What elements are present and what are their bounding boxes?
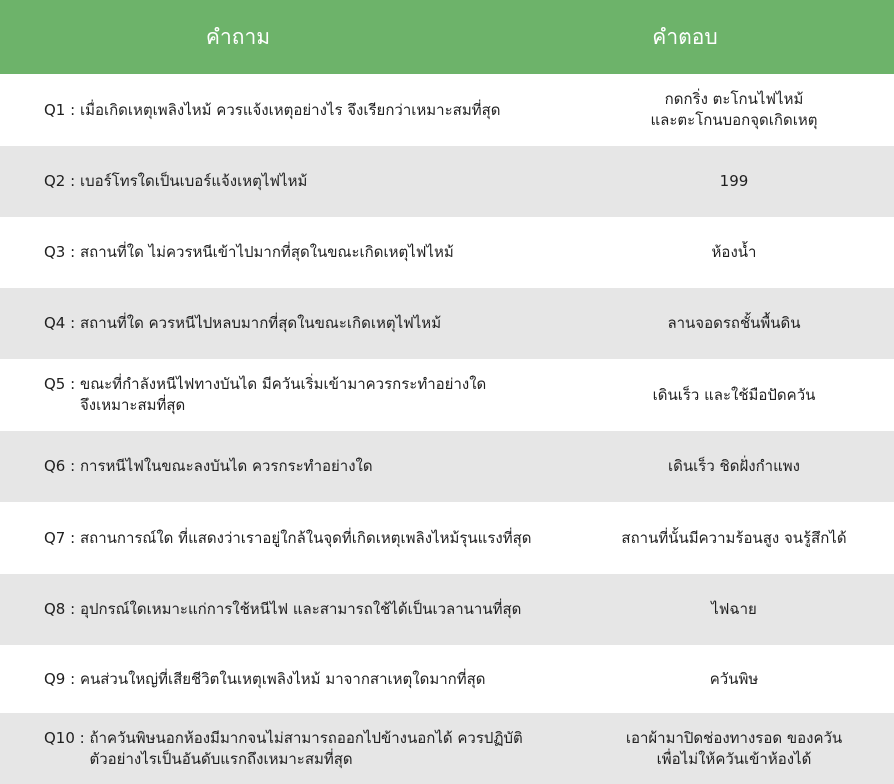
answer-cell: เดินเร็ว และใช้มือปัดควัน	[652, 385, 816, 404]
question-cell: Q8 : อุปกรณ์ใดเหมาะแก่การใช้หนีไฟ และสาม…	[0, 599, 580, 620]
answer-cell: สถานที่นั้นมีความร้อนสูง จนรู้สึกได้	[621, 528, 847, 547]
question-text: คนส่วนใหญ่ที่เสียชีวิตในเหตุเพลิงไหม้ มา…	[79, 669, 486, 688]
question-text: สถานที่ใด ไม่ควรหนีเข้าไปมากที่สุดในขณะเ…	[79, 243, 454, 261]
answer-cell: เดินเร็ว ชิดฝั่งกำแพง	[668, 457, 800, 475]
question-text: เมื่อเกิดเหตุเพลิงไหม้ ควรแจ้งเหตุอย่างไ…	[79, 100, 501, 119]
question-number: Q4	[44, 314, 66, 332]
qa-table: คำถาม คำตอบ Q1 : เมื่อเกิดเหตุเพลิงไหม้ …	[0, 0, 894, 784]
table-row: Q1 : เมื่อเกิดเหตุเพลิงไหม้ ควรแจ้งเหตุอ…	[0, 74, 894, 146]
question-number: Q7	[44, 528, 66, 547]
answer-cell: กดกริ่ง ตะโกนไฟไหม้ และตะโกนบอกจุดเกิดเหต…	[650, 90, 818, 129]
question-number: Q2	[44, 172, 66, 190]
table-row: Q10 : ถ้าควันพิษนอกห้องมีมากจนไม่สามารถอ…	[0, 713, 894, 784]
question-text: สถานการณ์ใด ที่แสดงว่าเราอยู่ใกล้ในจุดที…	[79, 528, 532, 547]
answer-cell: ควันพิษ	[709, 669, 759, 688]
table-row: Q4 : สถานที่ใด ควรหนีไปหลบมากที่สุดในขณะ…	[0, 288, 894, 359]
question-number: Q1	[44, 100, 66, 119]
question-text: การหนีไฟในขณะลงบันได ควรกระทำอย่างใด	[79, 457, 373, 475]
question-number: Q10	[44, 728, 75, 747]
question-number: Q9	[44, 669, 66, 688]
question-cell: Q2 : เบอร์โทรใดเป็นเบอร์แจ้งเหตุไฟไหม้	[0, 171, 580, 192]
answer-cell: ลานจอดรถชั้นพื้นดิน	[667, 314, 801, 332]
question-text: อุปกรณ์ใดเหมาะแก่การใช้หนีไฟ และสามารถใช…	[79, 600, 522, 618]
table-row: Q2 : เบอร์โทรใดเป็นเบอร์แจ้งเหตุไฟไหม้ 19…	[0, 146, 894, 217]
question-text: เบอร์โทรใดเป็นเบอร์แจ้งเหตุไฟไหม้	[79, 172, 308, 190]
table-row: Q7 : สถานการณ์ใด ที่แสดงว่าเราอยู่ใกล้ใน…	[0, 502, 894, 574]
table-body: Q1 : เมื่อเกิดเหตุเพลิงไหม้ ควรแจ้งเหตุอ…	[0, 74, 894, 784]
question-number: Q3	[44, 243, 66, 261]
question-number: Q8	[44, 600, 66, 618]
question-cell: Q9 : คนส่วนใหญ่ที่เสียชีวิตในเหตุเพลิงไห…	[0, 669, 580, 690]
question-number: Q5	[44, 375, 66, 393]
question-cell: Q4 : สถานที่ใด ควรหนีไปหลบมากที่สุดในขณะ…	[0, 313, 580, 334]
question-cell: Q7 : สถานการณ์ใด ที่แสดงว่าเราอยู่ใกล้ใน…	[0, 528, 580, 549]
table-header: คำถาม คำตอบ	[0, 0, 894, 74]
question-cell: Q10 : ถ้าควันพิษนอกห้องมีมากจนไม่สามารถอ…	[0, 728, 580, 770]
answer-cell: เอาผ้ามาปิดช่องทางรอด ของควัน เพื่อไม่ให้…	[625, 728, 843, 768]
question-column-header: คำถาม	[205, 24, 271, 49]
table-row: Q5 : ขณะที่กำลังหนีไฟทางบันได มีควันเริ่…	[0, 359, 894, 431]
question-cell: Q6 : การหนีไฟในขณะลงบันได ควรกระทำอย่างใ…	[0, 456, 580, 477]
question-number: Q6	[44, 457, 66, 475]
table-row: Q8 : อุปกรณ์ใดเหมาะแก่การใช้หนีไฟ และสาม…	[0, 574, 894, 645]
question-cell: Q3 : สถานที่ใด ไม่ควรหนีเข้าไปมากที่สุดใ…	[0, 242, 580, 263]
question-cell: Q1 : เมื่อเกิดเหตุเพลิงไหม้ ควรแจ้งเหตุอ…	[0, 100, 580, 121]
question-text: สถานที่ใด ควรหนีไปหลบมากที่สุดในขณะเกิดเ…	[79, 314, 442, 332]
answer-cell: ห้องน้ำ	[711, 243, 757, 261]
table-row: Q3 : สถานที่ใด ไม่ควรหนีเข้าไปมากที่สุดใ…	[0, 217, 894, 288]
table-row: Q6 : การหนีไฟในขณะลงบันได ควรกระทำอย่างใ…	[0, 431, 894, 502]
question-text: ถ้าควันพิษนอกห้องมีมากจนไม่สามารถออกไปข้…	[89, 728, 523, 768]
question-cell: Q5 : ขณะที่กำลังหนีไฟทางบันได มีควันเริ่…	[0, 374, 580, 416]
question-text: ขณะที่กำลังหนีไฟทางบันได มีควันเริ่มเข้า…	[79, 375, 487, 414]
answer-column-header: คำตอบ	[652, 24, 718, 49]
answer-cell: 199	[719, 172, 749, 190]
table-row: Q9 : คนส่วนใหญ่ที่เสียชีวิตในเหตุเพลิงไห…	[0, 645, 894, 713]
answer-cell: ไฟฉาย	[711, 600, 757, 618]
